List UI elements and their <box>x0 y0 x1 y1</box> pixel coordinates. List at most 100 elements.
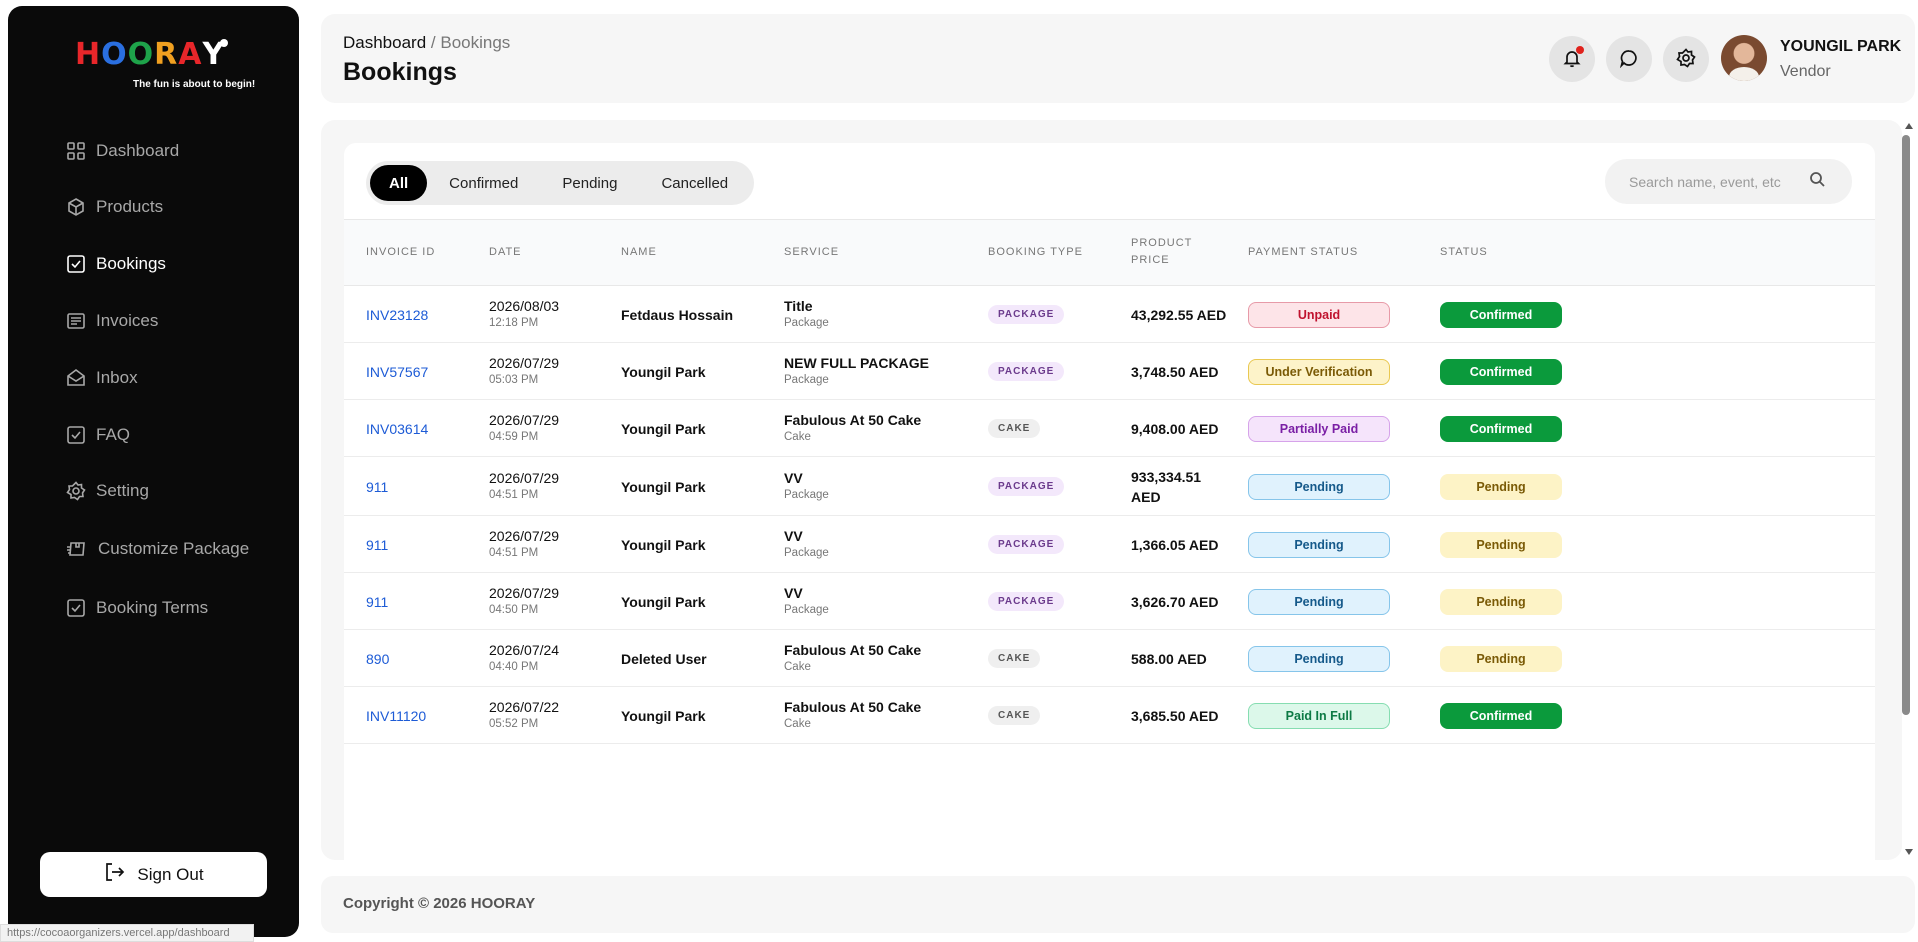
product-price-value: 3,748.50 AED <box>1131 364 1219 380</box>
service-cell: VV Package <box>784 585 829 616</box>
sidebar-item-bookings[interactable]: Bookings <box>66 249 166 279</box>
table-row[interactable]: INV11120 2026/07/22 05:52 PM Youngil Park Fa… <box>344 687 1875 744</box>
sidebar-item-label: Products <box>96 197 164 216</box>
notifications-button[interactable] <box>1549 36 1595 82</box>
sidebar-item-label: FAQ <box>96 425 131 444</box>
status-cell: Pending <box>1440 646 1562 672</box>
sidebar-item-invoices[interactable]: Invoices <box>66 306 158 336</box>
column-header-name[interactable]: NAME <box>621 244 657 261</box>
table-row[interactable]: 911 2026/07/29 04:50 PM Youngil Park VV Packa… <box>344 573 1875 630</box>
scroll-up-arrow-icon[interactable] <box>1905 123 1913 129</box>
booking-type-cell: PACKAGE <box>988 361 1065 381</box>
search-box <box>1605 159 1852 204</box>
column-header-payment-status[interactable]: PAYMENT STATUS <box>1248 244 1358 261</box>
gear-icon <box>66 481 86 501</box>
time-value: 12:18 PM <box>489 317 539 329</box>
invoice-id-link[interactable]: 911 <box>366 479 388 495</box>
tab-cancelled[interactable]: Cancelled <box>639 165 750 201</box>
top-header: Dashboard / Bookings Bookings YOUNGIL PA… <box>321 14 1915 103</box>
search-input[interactable] <box>1629 173 1809 190</box>
sidebar-item-setting[interactable]: Setting <box>66 476 149 506</box>
table-row[interactable]: INV23128 2026/08/03 12:18 PM Fetdaus Hossai… <box>344 286 1875 343</box>
date-value: 2026/08/03 <box>489 298 560 314</box>
status-badge: Pending <box>1440 474 1562 500</box>
invoice-id-link[interactable]: 911 <box>366 594 388 610</box>
column-header-status[interactable]: STATUS <box>1440 244 1488 261</box>
payment-status-badge: Unpaid <box>1248 302 1390 328</box>
service-name: VV <box>784 470 803 486</box>
product-price-currency: AED <box>1131 489 1161 505</box>
status-badge: Pending <box>1440 532 1562 558</box>
status-bar-url: https://cocoaorganizers.vercel.app/dashb… <box>0 924 254 942</box>
invoice-id-link[interactable]: INV23128 <box>366 307 428 323</box>
sidebar-item-products[interactable]: Products <box>66 192 163 222</box>
product-price-value: 1,366.05 AED <box>1131 537 1219 553</box>
column-header-invoice-id[interactable]: INVOICE ID <box>366 244 435 261</box>
sidebar-item-label: Inbox <box>96 368 138 387</box>
sidebar: HOORAY The fun is about to begin! Dashbo… <box>8 6 299 937</box>
service-cell: Fabulous At 50 Cake Cake <box>784 642 921 673</box>
payment-status-cell: Unpaid <box>1248 302 1390 328</box>
tab-confirmed[interactable]: Confirmed <box>427 165 540 201</box>
product-price-value: 43,292.55 AED <box>1131 307 1227 323</box>
chat-bubble-icon <box>1619 48 1639 71</box>
breadcrumb-root[interactable]: Dashboard <box>343 33 426 52</box>
sign-out-button[interactable]: Sign Out <box>40 852 267 897</box>
product-price: 43,292.55 AED <box>1131 305 1226 325</box>
invoice-id-link[interactable]: 890 <box>366 651 389 667</box>
table-row[interactable]: 911 2026/07/29 04:51 PM Youngil Park VV Packa… <box>344 516 1875 573</box>
booking-date: 2026/07/29 04:51 PM <box>489 528 559 559</box>
column-header-booking-type[interactable]: BOOKING TYPE <box>988 244 1083 261</box>
logo-letter: O <box>101 37 128 72</box>
tab-all[interactable]: All <box>370 165 428 201</box>
bookings-content: All Confirmed Pending Cancelled INVOICE … <box>321 120 1902 860</box>
logo-letter: O <box>127 37 155 72</box>
booking-type-cell: PACKAGE <box>988 591 1065 611</box>
column-header-service[interactable]: SERVICE <box>784 244 839 261</box>
scroll-down-arrow-icon[interactable] <box>1905 849 1913 855</box>
service-category: Cake <box>784 718 811 730</box>
sidebar-item-dashboard[interactable]: Dashboard <box>66 136 179 166</box>
product-price-value: 588.00 AED <box>1131 651 1207 667</box>
customer-name: Youngil Park <box>621 421 706 437</box>
avatar[interactable] <box>1721 35 1767 81</box>
invoice-id-link[interactable]: 911 <box>366 537 388 553</box>
sidebar-item-booking-terms[interactable]: Booking Terms <box>66 593 208 623</box>
table-row[interactable]: 911 2026/07/29 04:51 PM Youngil Park VV Packa… <box>344 457 1875 516</box>
service-category: Package <box>784 374 829 386</box>
column-header-product-price[interactable]: PRODUCT PRICE <box>1131 235 1192 269</box>
sidebar-item-faq[interactable]: FAQ <box>66 420 130 450</box>
sidebar-item-customize-package[interactable]: Customize Package <box>66 534 249 564</box>
status-cell: Confirmed <box>1440 703 1562 729</box>
service-category: Cake <box>784 661 811 673</box>
hooray-logo[interactable]: HOORAY The fun is about to begin! <box>75 37 255 94</box>
status-badge: Pending <box>1440 589 1562 615</box>
search-icon[interactable] <box>1809 171 1825 192</box>
invoice-id-link[interactable]: INV57567 <box>366 364 428 380</box>
table-row[interactable]: INV03614 2026/07/29 04:59 PM Youngil Park Fa… <box>344 400 1875 457</box>
product-price-value: 9,408.00 AED <box>1131 421 1219 437</box>
booking-type-cell: CAKE <box>988 705 1041 725</box>
customer-name: Youngil Park <box>621 479 706 495</box>
column-header-product-price-line2: PRICE <box>1131 254 1170 266</box>
table-row[interactable]: 890 2026/07/24 04:40 PM Deleted User Fabulou… <box>344 630 1875 687</box>
scrollbar-thumb[interactable] <box>1902 135 1910 715</box>
settings-button[interactable] <box>1663 36 1709 82</box>
column-header-date[interactable]: DATE <box>489 244 522 261</box>
payment-status-cell: Pending <box>1248 474 1390 500</box>
invoice-id-link[interactable]: INV11120 <box>366 708 426 724</box>
table-row[interactable]: INV57567 2026/07/29 05:03 PM Youngil Park NE… <box>344 343 1875 400</box>
sidebar-item-inbox[interactable]: Inbox <box>66 363 138 393</box>
payment-status-cell: Pending <box>1248 646 1390 672</box>
booking-date: 2026/07/24 04:40 PM <box>489 642 559 673</box>
booking-type-badge: PACKAGE <box>988 477 1065 496</box>
time-value: 04:40 PM <box>489 661 539 673</box>
product-price: 3,685.50 AED <box>1131 706 1218 726</box>
service-cell: Title Package <box>784 298 829 329</box>
tab-pending[interactable]: Pending <box>540 165 639 201</box>
messages-button[interactable] <box>1606 36 1652 82</box>
service-cell: Fabulous At 50 Cake Cake <box>784 412 921 443</box>
customer-name: Deleted User <box>621 651 707 667</box>
service-name: Title <box>784 298 813 314</box>
invoice-id-link[interactable]: INV03614 <box>366 421 428 437</box>
